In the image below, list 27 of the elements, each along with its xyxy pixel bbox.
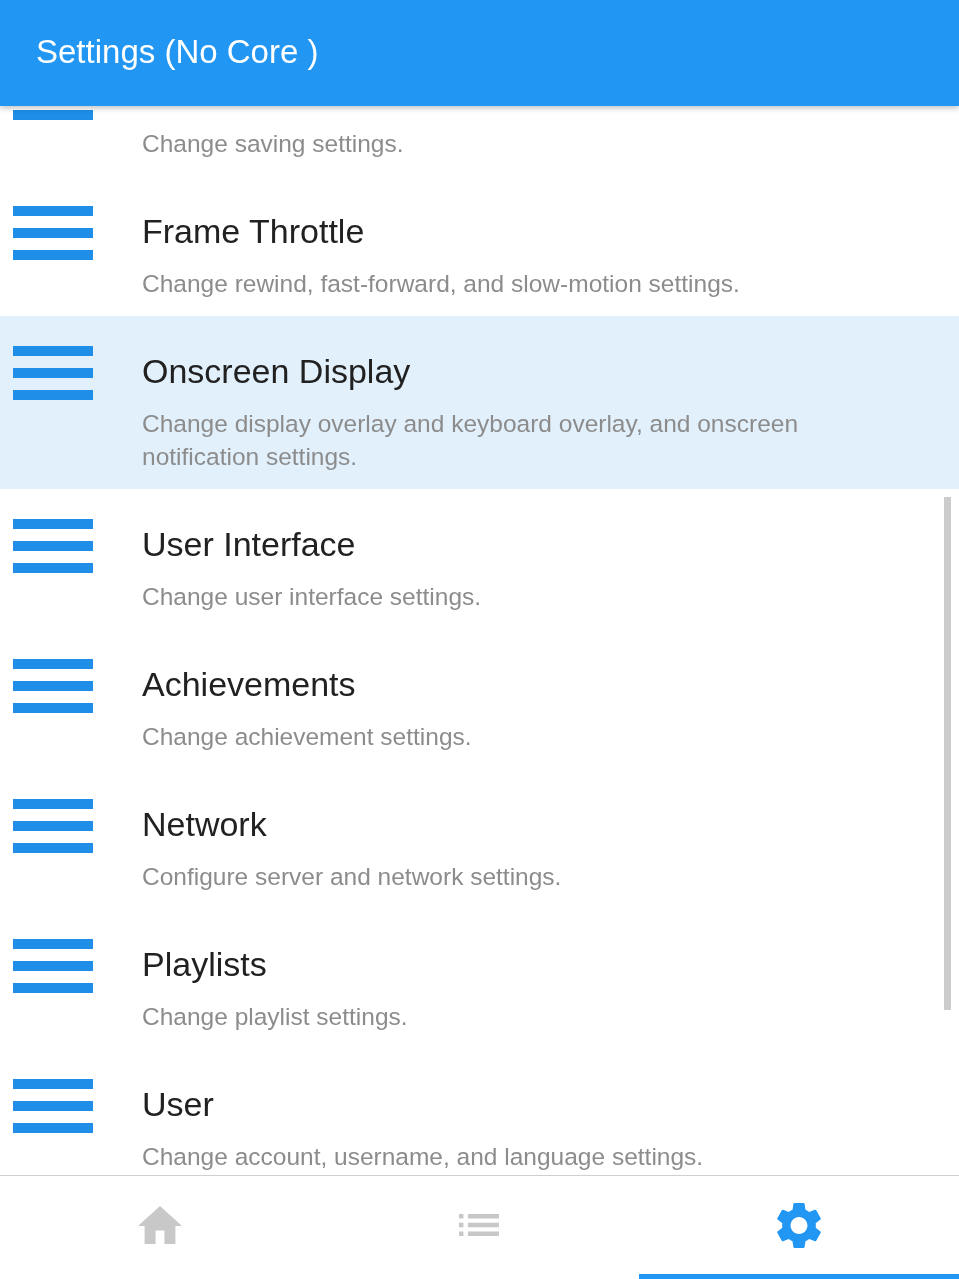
row-title: User Interface (142, 524, 357, 564)
row-description: Change playlist settings. (142, 1002, 409, 1032)
menu-icon (13, 659, 93, 713)
row-description: Change account, username, and language settings. (142, 1142, 705, 1172)
home-icon (137, 1206, 182, 1244)
settings-icon (777, 1201, 822, 1249)
menu-icon (13, 939, 93, 993)
row-title: Network (142, 804, 268, 844)
row-title: Frame Throttle (142, 211, 366, 251)
row-description: Change achievement settings. (142, 722, 473, 752)
row-description: Change user interface settings. (142, 582, 483, 612)
row-title: Achievements (142, 664, 357, 704)
menu-icon (13, 799, 93, 853)
row-description: Change rewind, fast-forward, and slow-motion settings. (142, 269, 741, 299)
row-title: Playlists (142, 944, 268, 984)
row-title: Onscreen Display (142, 351, 412, 391)
row-description: Change saving settings. (142, 129, 405, 159)
settings-row[interactable]: Onscreen Display Change display overlay and keyboard overlay, and onscreen notification settings. (0, 316, 959, 489)
app-bar-title: Settings (No Core ) (36, 32, 319, 72)
row-description: Configure server and network settings. (142, 862, 563, 892)
menu-icon (13, 1079, 93, 1133)
row-title: User (142, 1084, 215, 1124)
menu-icon (13, 519, 93, 573)
row-description: Change display overlay and keyboard overlay, and onscreen notification settings. (142, 409, 799, 472)
menu-icon (13, 206, 93, 260)
list-icon (459, 1214, 500, 1236)
menu-icon (13, 346, 93, 400)
